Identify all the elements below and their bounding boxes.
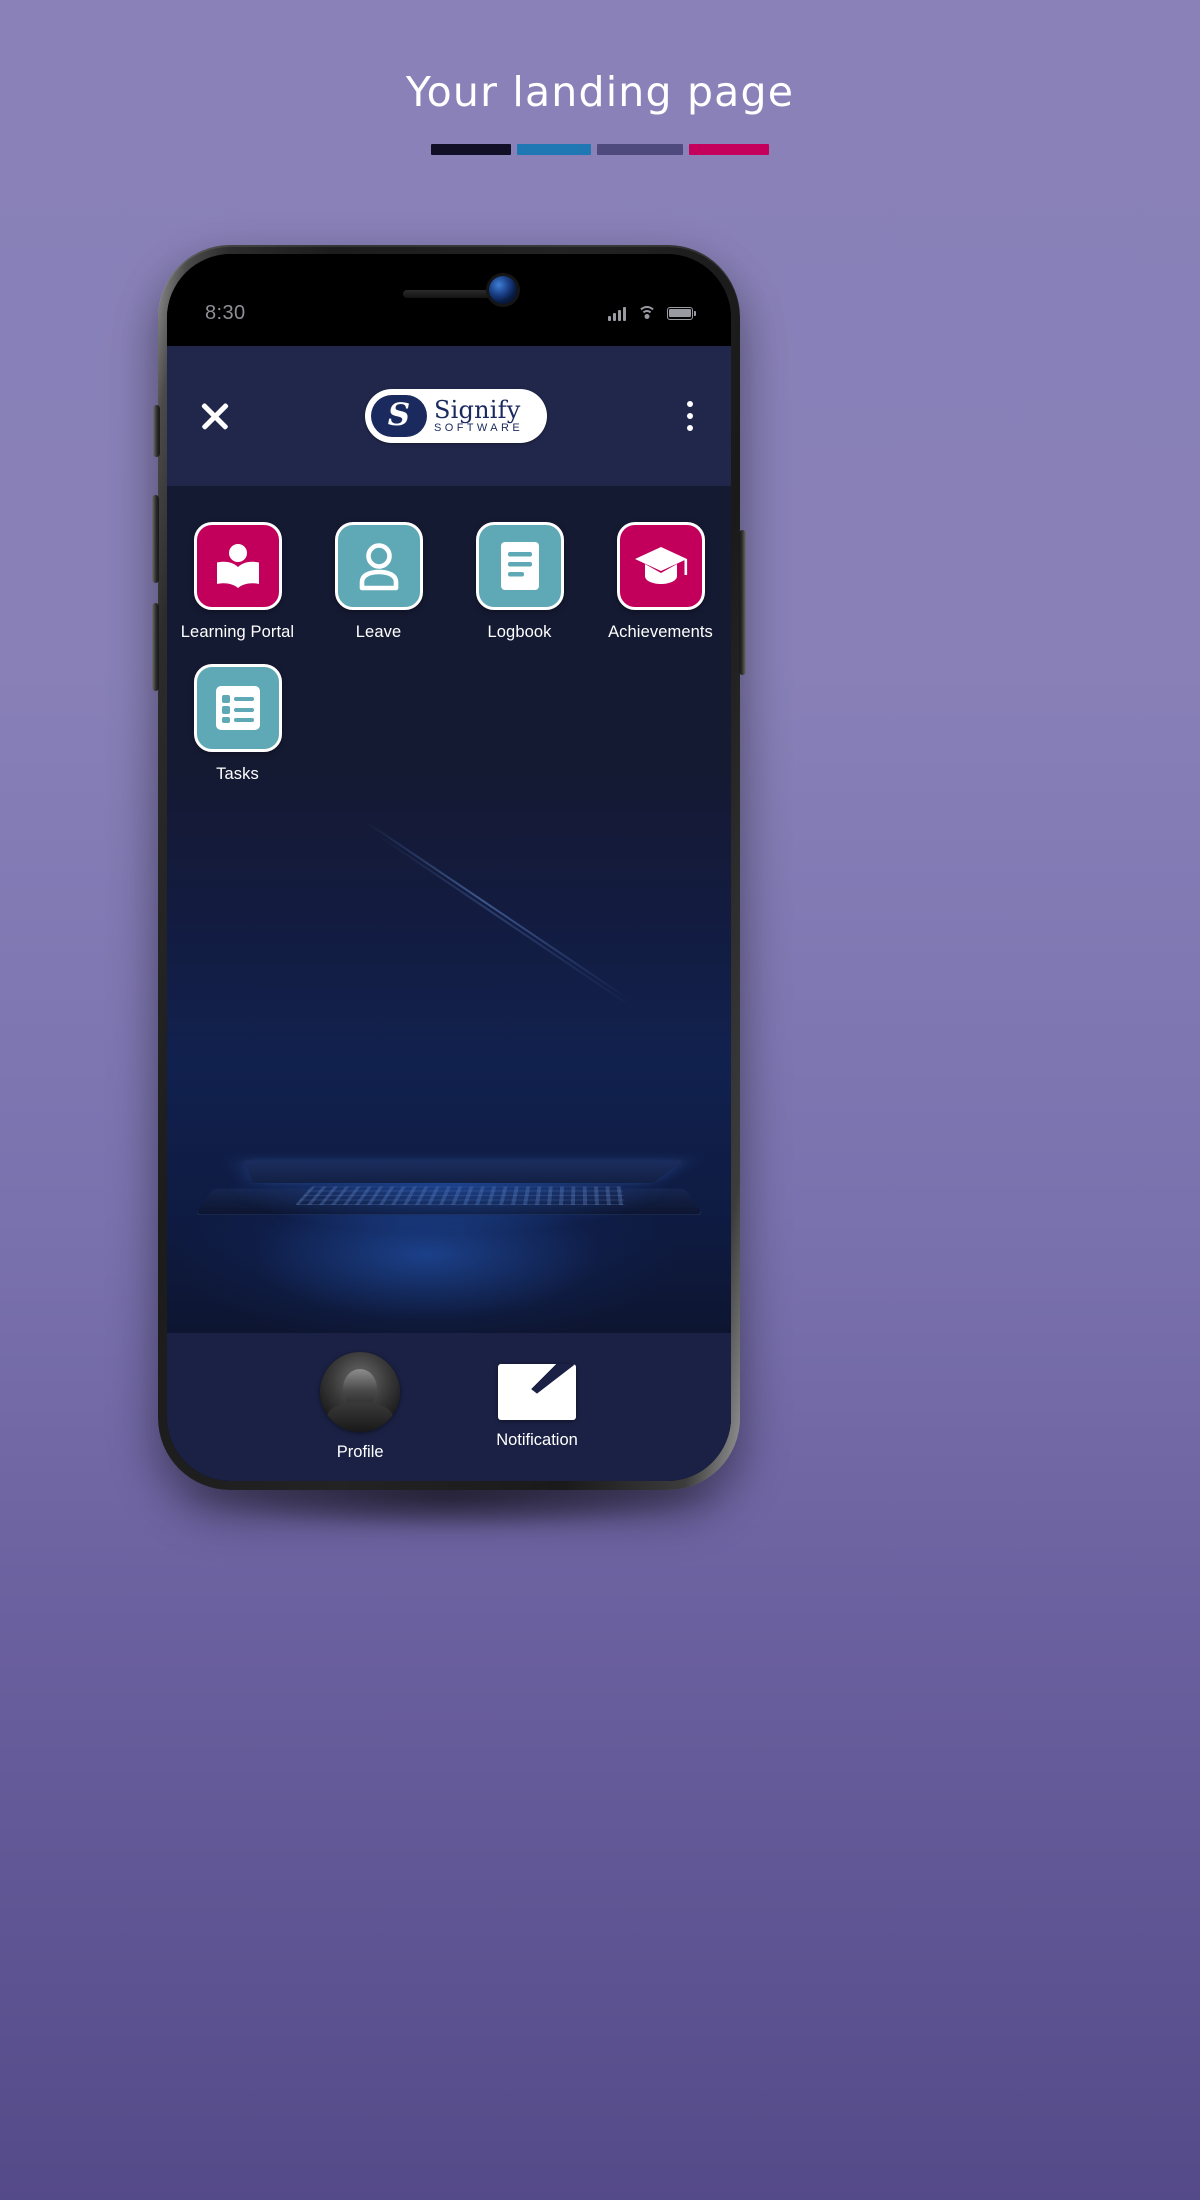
tile-label: Achievements: [608, 623, 713, 641]
laptop-screen-shape: [243, 1160, 683, 1183]
phone-frame: 8:30 S Signify SOFTWARE Learning Portal …: [152, 245, 746, 1490]
phone-power-button[interactable]: [739, 530, 746, 675]
graduation-cap-icon: [616, 522, 705, 610]
bottom-item-profile[interactable]: Profile: [320, 1352, 401, 1462]
person-outline-icon: [334, 522, 423, 610]
logo-name: Signify: [434, 396, 521, 424]
app-body: Learning Portal Leave Logbook Achievemen…: [167, 486, 731, 1481]
tile-learning-portal[interactable]: Learning Portal: [167, 522, 308, 642]
app-header: S Signify SOFTWARE: [167, 346, 731, 486]
bottom-item-label: Notification: [496, 1431, 578, 1449]
phone-display: 8:30 S Signify SOFTWARE Learning Portal …: [167, 254, 731, 1481]
tile-label: Tasks: [216, 765, 259, 783]
app-tile-grid: Learning Portal Leave Logbook Achievemen…: [167, 486, 731, 784]
cellular-bars-icon: [608, 306, 626, 321]
status-bar: 8:30: [167, 254, 731, 346]
phone-mockup: 8:30 S Signify SOFTWARE Learning Portal …: [140, 245, 760, 1535]
user-avatar-photo: [320, 1352, 401, 1432]
app-bottom-bar: Profile Notification: [167, 1333, 731, 1481]
tile-label: Leave: [355, 623, 402, 641]
light-beam-1: [362, 819, 629, 1000]
battery-full-icon: [667, 306, 697, 320]
wifi-icon: [637, 305, 656, 321]
bottom-item-label: Profile: [336, 1443, 384, 1461]
phone-mute-switch[interactable]: [153, 405, 160, 457]
tile-empty-slot: [590, 664, 731, 784]
laptop-background-photo: [167, 773, 731, 1333]
tile-label: Learning Portal: [180, 623, 295, 641]
page-title: Your landing page: [405, 68, 795, 116]
accent-rule-1: [431, 144, 511, 155]
logo-s-mark: S: [371, 395, 427, 437]
logo-mark-letter: S: [387, 396, 411, 433]
open-book-person-icon: [193, 522, 282, 610]
logo-tagline: SOFTWARE: [434, 422, 524, 434]
phone-volume-down-button[interactable]: [152, 603, 159, 691]
tile-logbook[interactable]: Logbook: [449, 522, 590, 642]
status-indicators: [608, 305, 697, 321]
overflow-menu-icon[interactable]: [675, 394, 705, 438]
light-beam-2: [372, 831, 639, 1012]
tile-empty-slot: [449, 664, 590, 784]
close-icon[interactable]: [193, 394, 237, 438]
tile-leave[interactable]: Leave: [308, 522, 449, 642]
tile-tasks[interactable]: Tasks: [167, 664, 308, 784]
signify-logo: S Signify SOFTWARE: [365, 389, 547, 443]
accent-rule-2: [517, 144, 591, 155]
app-screen: S Signify SOFTWARE Learning Portal Leave…: [167, 346, 731, 1481]
status-time: 8:30: [205, 301, 246, 324]
laptop-glow: [167, 1183, 731, 1333]
logo-wordmark: Signify SOFTWARE: [434, 398, 523, 434]
phone-volume-up-button[interactable]: [152, 495, 159, 583]
accent-rule-group: [0, 144, 1200, 155]
accent-rule-4: [689, 144, 769, 155]
envelope-icon: [498, 1364, 576, 1420]
earpiece-speaker: [403, 290, 495, 298]
front-camera-icon: [489, 276, 517, 304]
bottom-item-notification[interactable]: Notification: [496, 1364, 578, 1450]
accent-rule-3: [597, 144, 683, 155]
page-header: Your landing page: [0, 0, 1200, 155]
checklist-icon: [193, 664, 282, 752]
tile-empty-slot: [308, 664, 449, 784]
document-lines-icon: [475, 522, 564, 610]
tile-achievements[interactable]: Achievements: [590, 522, 731, 642]
tile-label: Logbook: [487, 623, 552, 641]
